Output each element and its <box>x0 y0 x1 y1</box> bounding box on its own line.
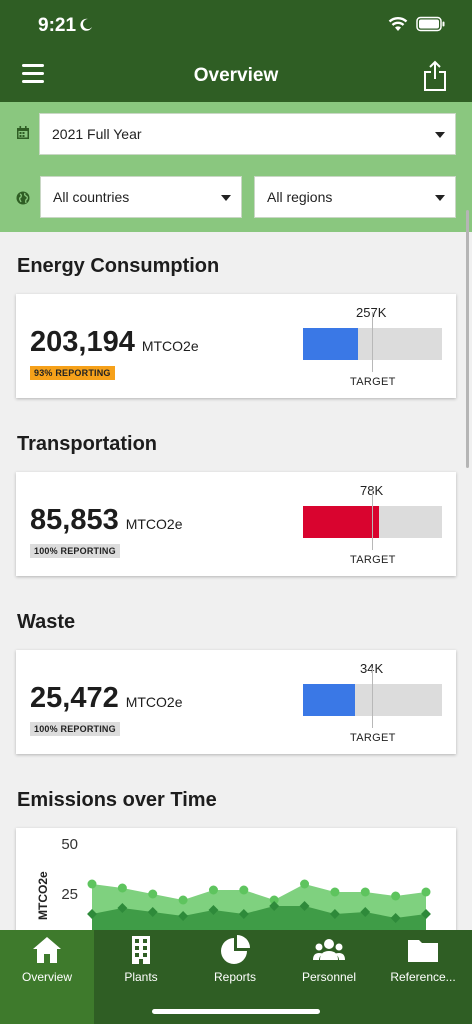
metric-value: 85,853 <box>30 504 119 536</box>
reporting-badge: 100% REPORTING <box>30 722 120 736</box>
tab-label: Reports <box>213 970 257 984</box>
target-label: TARGET <box>350 554 396 566</box>
building-icon <box>132 936 150 964</box>
metric-unit: MTCO2e <box>125 694 183 710</box>
home-icon <box>33 937 61 963</box>
metric-value: 203,194 <box>30 326 135 358</box>
data-point <box>330 887 340 897</box>
battery-icon <box>416 16 445 32</box>
reporting-badge: 100% REPORTING <box>30 544 120 558</box>
chevron-down-icon <box>435 132 445 138</box>
section-title-energy: Energy Consumption <box>17 255 220 277</box>
country-select[interactable]: All countries <box>40 176 242 218</box>
globe-icon <box>16 191 30 205</box>
data-point <box>87 879 97 889</box>
share-icon[interactable] <box>422 60 448 92</box>
pie-chart-icon <box>221 935 250 964</box>
target-line <box>372 490 373 550</box>
filter-panel: 2021 Full Year All countries All regions <box>0 102 472 232</box>
section-title-waste: Waste <box>17 611 76 633</box>
y-tick-label: 50 <box>61 836 78 853</box>
calendar-icon <box>17 126 29 139</box>
tab-overview[interactable]: Overview <box>0 930 94 1024</box>
status-time: 9:21 <box>38 15 77 36</box>
target-label: TARGET <box>350 732 396 744</box>
region-select[interactable]: All regions <box>254 176 456 218</box>
data-point <box>421 887 431 897</box>
home-indicator <box>152 1009 320 1014</box>
y-tick-label: 25 <box>61 886 78 903</box>
target-label: TARGET <box>350 376 396 388</box>
section-title-emissions: Emissions over Time <box>17 789 217 811</box>
status-bar: 9:21 <box>0 0 472 50</box>
tab-label: Reference... <box>390 970 456 984</box>
moon-icon <box>80 18 92 31</box>
progress-fill <box>303 506 379 538</box>
tab-label: Personnel <box>301 970 357 984</box>
data-point <box>300 879 310 889</box>
data-point <box>208 885 218 895</box>
app-header: Overview <box>0 50 472 102</box>
data-point <box>117 883 127 893</box>
wifi-icon <box>388 17 408 31</box>
target-line <box>372 668 373 728</box>
data-point <box>148 889 158 899</box>
tab-reference[interactable]: Reference... <box>376 930 470 1024</box>
folder-icon <box>408 940 438 962</box>
reporting-badge: 93% REPORTING <box>30 366 115 380</box>
country-select-value: All countries <box>53 189 130 205</box>
period-select-value: 2021 Full Year <box>52 126 142 142</box>
page-title: Overview <box>193 65 279 86</box>
chevron-down-icon <box>221 195 231 201</box>
emissions-chart-card[interactable]: 50 25 MTCO2e <box>16 828 456 938</box>
progress-fill <box>303 684 355 716</box>
region-select-value: All regions <box>267 189 333 205</box>
progress-fill <box>303 328 358 360</box>
period-select[interactable]: 2021 Full Year <box>39 113 456 155</box>
metric-unit: MTCO2e <box>141 338 199 354</box>
chevron-down-icon <box>435 195 445 201</box>
metric-value: 25,472 <box>30 682 119 714</box>
tab-label: Overview <box>21 970 72 984</box>
section-title-transportation: Transportation <box>17 433 158 455</box>
metric-unit: MTCO2e <box>125 516 183 532</box>
people-icon <box>313 939 345 960</box>
metric-card-transportation[interactable]: 85,853 MTCO2e 100% REPORTING 78K TARGET <box>16 472 456 576</box>
emissions-chart: 50 25 MTCO2e <box>36 836 431 938</box>
data-point <box>178 895 188 905</box>
metric-card-energy[interactable]: 203,194 MTCO2e 93% REPORTING 257K TARGET <box>16 294 456 398</box>
metric-card-waste[interactable]: 25,472 MTCO2e 100% REPORTING 34K TARGET <box>16 650 456 754</box>
data-point <box>391 891 401 901</box>
tab-label: Plants <box>124 970 158 984</box>
scrollbar[interactable] <box>466 210 469 468</box>
y-axis-label: MTCO2e <box>36 871 50 920</box>
target-line <box>372 312 373 372</box>
data-point <box>239 885 249 895</box>
data-point <box>360 887 370 897</box>
